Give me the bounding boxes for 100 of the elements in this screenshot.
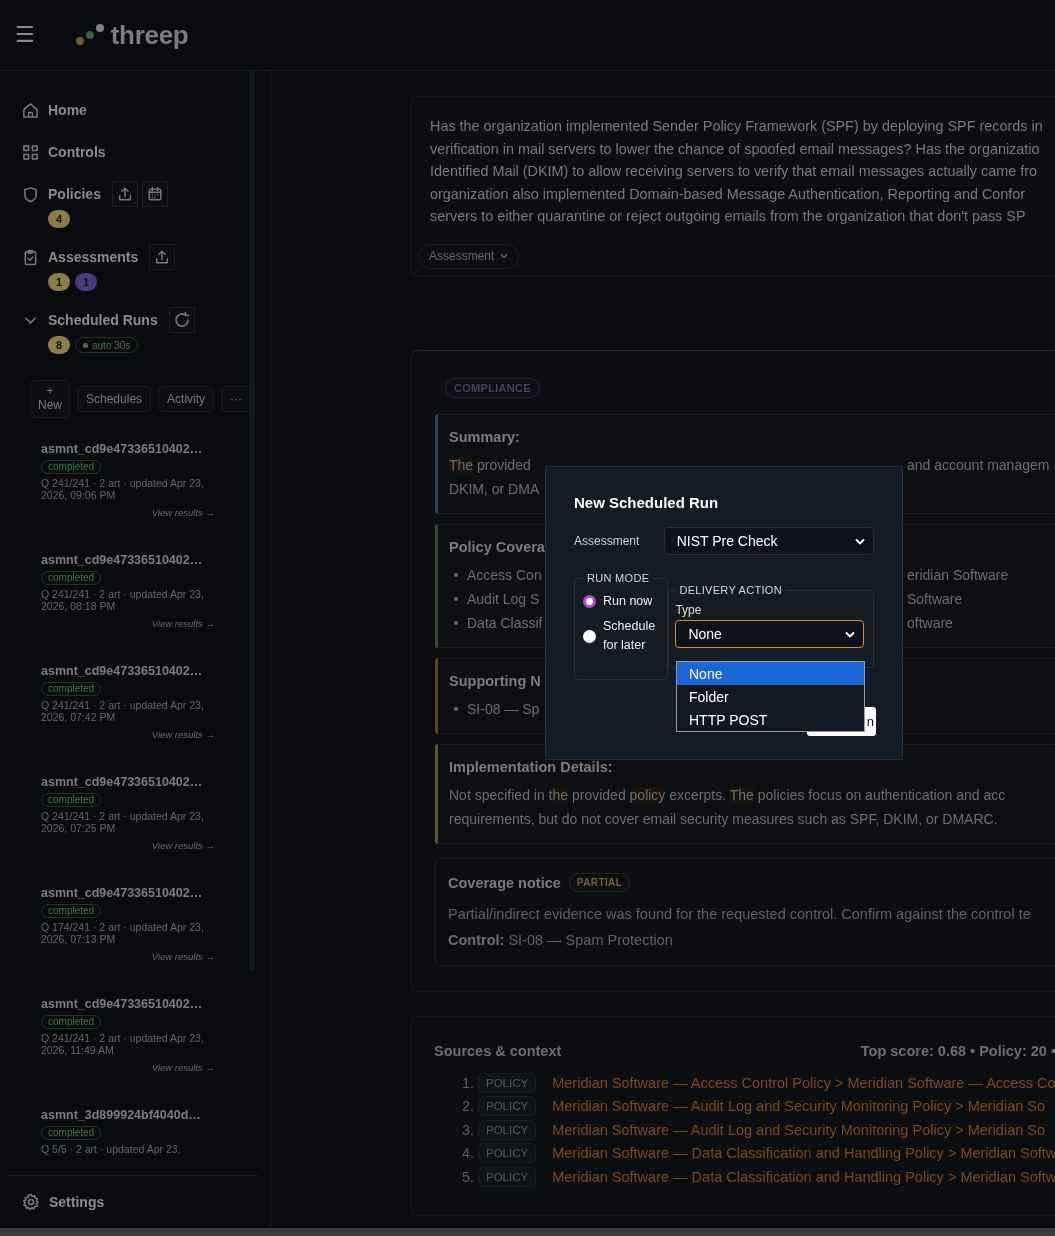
dropdown-option[interactable]: None (677, 662, 864, 685)
run-title[interactable]: asmnt_cd9e47336510402… (41, 997, 223, 1011)
list-number: 5. (460, 1168, 474, 1185)
grid-icon (22, 143, 39, 161)
section-text: Not specified in the provided policy excerpts. The policies focus on authentication and acc (449, 787, 1006, 803)
question-text-line: servers to either quarantine or reject outgoing emails from the organization that don't pass SP (430, 207, 1027, 226)
assessment-toggle[interactable]: Assessment (418, 243, 520, 269)
app-logo-text: threep (110, 19, 189, 51)
list-number: 4. (460, 1145, 474, 1162)
tab-button[interactable]: Activity (158, 386, 215, 412)
nav-item[interactable]: Policies (48, 186, 101, 202)
field-label: Type (675, 603, 703, 617)
refresh-icon (172, 311, 191, 329)
list-number: 3. (460, 1121, 474, 1138)
count-badge: 4 (48, 210, 70, 228)
notice-title: Coverage notice (448, 874, 561, 891)
bullet-item: Audit Log S (449, 587, 540, 611)
nav-item[interactable]: Controls (48, 144, 106, 160)
bullet-item: oftware (907, 614, 953, 633)
section-text: DKIM, or DMA (449, 481, 540, 497)
section-title: Implementation Details: (449, 759, 613, 775)
run-meta: Q 241/241 · 2 art · updated Apr 23, 2026, 11:49 AM (41, 1032, 205, 1056)
nav-item[interactable]: Scheduled Runs (48, 312, 158, 328)
question-text-line: Has the organization implemented Sender Policy Framework (SPF) by deploying SPF records in (430, 117, 1044, 136)
run-meta: Q 5/5 · 2 art · updated Apr 23, (41, 1143, 182, 1155)
clipboard-icon (22, 248, 39, 266)
calendar-icon (146, 186, 163, 202)
settings-icon (22, 1193, 40, 1211)
section-text: and account managem (907, 456, 1050, 475)
bullet-item: eridian Software (907, 566, 1009, 585)
dialog-title: New Scheduled Run (574, 494, 720, 511)
run-title[interactable]: asmnt_cd9e47336510402… (41, 886, 223, 900)
nav-item[interactable]: Home (48, 102, 87, 118)
upload-icon (154, 249, 171, 265)
source-link[interactable]: Meridian Software — Access Control Policy > Meridian Software — Access Co (552, 1074, 1055, 1091)
dropdown-option[interactable]: HTTP POST (677, 708, 864, 731)
source-tag: POLICY (478, 1166, 537, 1187)
dropdown-option[interactable]: Folder (677, 685, 864, 708)
question-text-line: Identified Mail (DKIM) to allow receiving servers to verify that email messages actually came fro (430, 162, 1039, 181)
source-link[interactable]: Meridian Software — Audit Log and Security Monitoring Policy > Meridian So (552, 1121, 1046, 1138)
compliance-tag: COMPLIANCE (445, 378, 540, 398)
run-meta: Q 241/241 · 2 art · updated Apr 23, 2026, 09:06 PM (41, 477, 205, 501)
upload-button[interactable] (149, 244, 176, 270)
notice-text: Partial/indirect evidence was found for the requested control. Confirm against the control te (448, 905, 1032, 924)
list-number: 1. (460, 1074, 474, 1091)
chevron-down-icon (845, 630, 856, 638)
run-meta: Q 241/241 · 2 art · updated Apr 23, 2026, 08:18 PM (41, 588, 205, 612)
section-title: Summary: (449, 429, 520, 445)
radio-option[interactable]: Run now (583, 592, 653, 611)
run-title[interactable]: asmnt_cd9e47336510402… (41, 553, 223, 567)
assessment-select[interactable]: NIST Pre Check (663, 527, 874, 555)
menu-button[interactable]: ☰ (15, 24, 35, 46)
source-tag: POLICY (478, 1119, 537, 1140)
run-meta: Q 241/241 · 2 art · updated Apr 23, 2026, 07:42 PM (41, 699, 205, 723)
bullet-item: Access Con (449, 563, 542, 587)
section-title: Policy Covera (449, 539, 545, 555)
section-title: Supporting N (449, 673, 541, 689)
group-legend: DELIVERY ACTION (675, 584, 786, 596)
question-text-line: organization also implemented Domain-based Message Authentication, Reporting and Confor (430, 184, 1027, 204)
question-text-line: verification in mail servers to lower the chance of spoofed email messages? Has the organizatio (430, 139, 1041, 159)
source-link[interactable]: Meridian Software — Audit Log and Security Monitoring Policy > Meridian So (552, 1098, 1046, 1115)
new-button[interactable]: + New (30, 380, 70, 418)
chevron-down-icon (500, 253, 509, 259)
upload-button[interactable] (111, 181, 138, 207)
calendar-button[interactable] (141, 181, 168, 207)
tab-button[interactable]: Schedules (77, 386, 152, 412)
sources-stats: Top score: 0.68 • Policy: 20 • (860, 1043, 1055, 1059)
nav-item[interactable]: Assessments (48, 249, 139, 265)
bullet-item: Data Classif (449, 611, 543, 635)
tab-button[interactable]: ··· (221, 386, 252, 412)
count-badge: 1 (48, 273, 70, 291)
view-results-link[interactable]: View results → (41, 840, 215, 851)
view-results-link[interactable]: View results → (41, 729, 215, 740)
run-meta: Q 174/241 · 2 art · updated Apr 23, 2026, 07:13 PM (41, 921, 205, 945)
section-text: The provided (449, 456, 531, 475)
bullet-item: SI-08 — Sp (449, 697, 540, 721)
view-results-link[interactable]: View results → (41, 951, 215, 962)
field-label: Assessment (574, 534, 641, 548)
view-results-link[interactable]: View results → (41, 1062, 215, 1073)
run-title[interactable]: asmnt_3d899924bf4040d… (41, 1108, 223, 1122)
source-tag: POLICY (478, 1096, 537, 1117)
home-icon (22, 101, 39, 119)
logo-icon (74, 23, 105, 47)
type-select[interactable]: None (675, 620, 865, 648)
control-text: Control: SI-08 — Spam Protection (448, 931, 674, 950)
shield-icon (22, 185, 39, 203)
chevron-down-icon (855, 537, 865, 545)
run-title[interactable]: asmnt_cd9e47336510402… (41, 442, 223, 456)
section-text: requirements, but do not cover email security measures such as SPF, DKIM, or DMARC. (449, 811, 998, 827)
refresh-button[interactable] (168, 307, 195, 333)
run-title[interactable]: asmnt_cd9e47336510402… (41, 775, 223, 789)
list-number: 2. (460, 1098, 474, 1115)
view-results-link[interactable]: View results → (41, 618, 215, 629)
count-badge: 1 (75, 273, 97, 291)
run-title[interactable]: asmnt_cd9e47336510402… (41, 664, 223, 678)
count-badge: 8 (48, 336, 70, 354)
radio-option[interactable]: Schedule for later (583, 617, 662, 655)
settings-link[interactable]: Settings (49, 1194, 105, 1210)
view-results-link[interactable]: View results → (41, 507, 215, 518)
group-legend: RUN MODE (583, 572, 654, 584)
